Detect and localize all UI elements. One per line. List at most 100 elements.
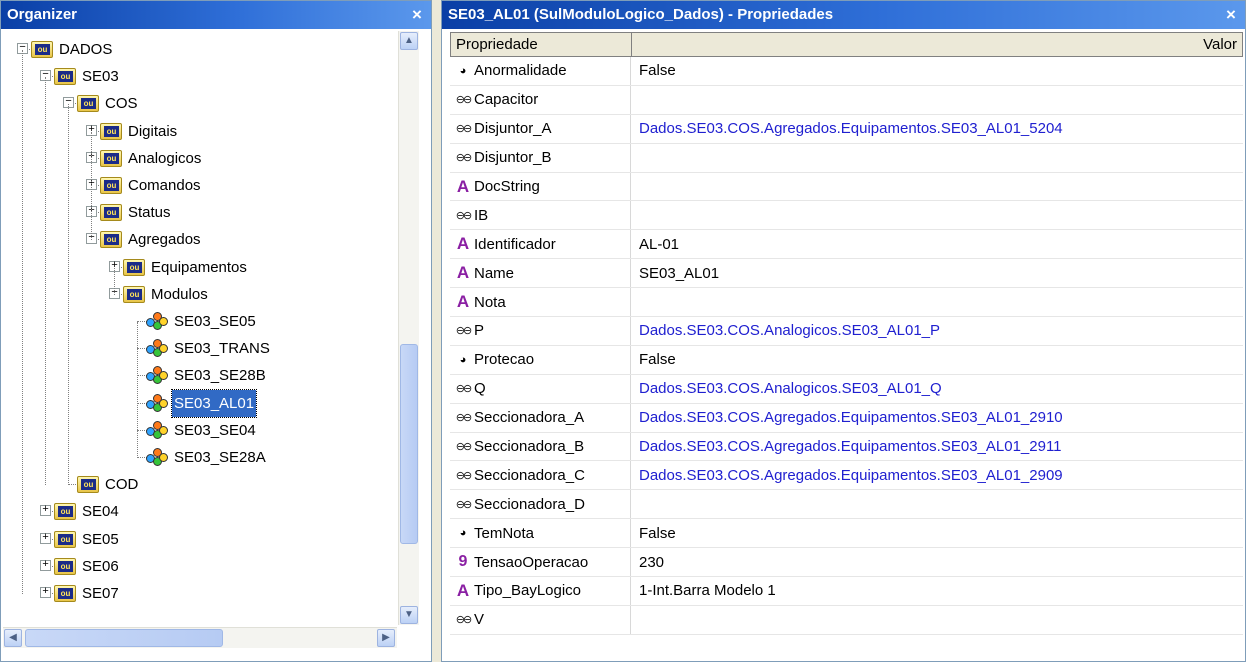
property-row[interactable]: A DocString [450, 172, 1243, 202]
tree-node[interactable]: SE03_SE04 [3, 417, 397, 444]
property-value[interactable]: False [631, 519, 1243, 547]
property-row[interactable]: ⊖⊖ Q Dados.SE03.COS.Analogicos.SE03_AL01_Q [450, 374, 1243, 404]
organizer-close-button[interactable]: × [409, 1, 425, 29]
tree-node[interactable]: − ou DADOS [3, 36, 397, 63]
properties-panel: SE03_AL01 (SulModuloLogico_Dados) - Prop… [441, 0, 1246, 662]
property-name-cell: ◕ Protecao [450, 345, 631, 374]
expand-icon[interactable]: + [40, 587, 51, 598]
property-value[interactable] [631, 201, 1243, 229]
property-name-cell: 9 TensaoOperacao [450, 548, 631, 577]
tree-node[interactable]: − ou Modulos [3, 281, 397, 308]
expand-icon[interactable]: + [40, 559, 51, 571]
property-row[interactable]: ⊖⊖ V [450, 605, 1243, 635]
folder-icon-label: ou [104, 180, 119, 191]
folder-icon-label: ou [58, 533, 73, 545]
property-row[interactable]: ⊖⊖ Capacitor [450, 85, 1243, 115]
folder-icon: ou [100, 122, 122, 140]
tree-horizontal-scrollbar[interactable]: ◀ ▶ [3, 627, 397, 648]
property-value[interactable] [631, 606, 1243, 634]
tree-node-label: Status [128, 204, 171, 222]
property-value[interactable] [631, 288, 1243, 316]
tree-node-label-selected: SE03_AL01 [170, 388, 258, 418]
tree-node[interactable]: + ou SE05 [3, 526, 397, 553]
property-name: Q [474, 380, 486, 398]
property-value[interactable]: False [631, 346, 1243, 374]
tree-node[interactable]: − ou Agregados [3, 226, 397, 253]
expand-icon[interactable]: + [40, 505, 51, 517]
tree-node-label: SE06 [82, 557, 119, 575]
logic-module-icon [146, 339, 168, 359]
folder-icon: ou [54, 585, 76, 602]
property-value[interactable]: AL-01 [631, 230, 1243, 258]
property-row[interactable]: ⊖⊖ Disjuntor_B [450, 143, 1243, 173]
property-value[interactable] [631, 490, 1243, 518]
property-row[interactable]: 9 TensaoOperacao 230 [450, 548, 1243, 578]
property-value[interactable]: Dados.SE03.COS.Agregados.Equipamentos.SE… [631, 433, 1243, 461]
property-name-cell: ⊖⊖ Q [450, 374, 631, 403]
property-row[interactable]: ⊖⊖ Seccionadora_B Dados.SE03.COS.Agregados… [450, 432, 1243, 462]
tree-node[interactable]: + ou SE06 [3, 553, 397, 580]
property-name-cell: ⊖⊖ Seccionadora_A [450, 403, 631, 432]
vertical-scroll-thumb[interactable] [400, 344, 418, 544]
tree-node[interactable]: + ou Status [3, 199, 397, 226]
property-row[interactable]: ⊖⊖ IB [450, 201, 1243, 231]
property-row[interactable]: A Tipo_BayLogico 1-Int.Barra Modelo 1 [450, 577, 1243, 606]
tree-node[interactable]: ou COD [3, 471, 397, 498]
tree-node[interactable]: + ou Digitais [3, 118, 397, 145]
property-row[interactable]: ◕ TemNota False [450, 519, 1243, 549]
property-row[interactable]: ⊖⊖ Seccionadora_D [450, 490, 1243, 520]
scroll-right-button[interactable]: ▶ [377, 629, 395, 647]
tree-node[interactable]: SE03_SE28B [3, 362, 397, 389]
property-row[interactable]: ⊖⊖ Disjuntor_A Dados.SE03.COS.Agregados.Eq… [450, 114, 1243, 144]
tree-node[interactable]: + ou Equipamentos [3, 254, 397, 281]
property-value[interactable] [631, 144, 1243, 172]
tree-node[interactable]: SE03_TRANS [3, 335, 397, 362]
property-row[interactable]: A Identificador AL-01 [450, 230, 1243, 260]
column-header-property[interactable]: Propriedade [451, 33, 632, 56]
scroll-down-button[interactable]: ▼ [400, 606, 418, 624]
property-row[interactable]: A Nota [450, 288, 1243, 318]
tree-vertical-scrollbar[interactable]: ▲ ▼ [398, 31, 419, 625]
tree-node[interactable]: + ou Analogicos [3, 145, 397, 172]
tree-node[interactable]: − ou SE03 [3, 63, 397, 90]
properties-close-button[interactable]: × [1223, 1, 1239, 29]
property-value[interactable]: SE03_AL01 [631, 259, 1243, 287]
property-value[interactable]: Dados.SE03.COS.Analogicos.SE03_AL01_Q [631, 375, 1243, 403]
folder-icon-label: ou [104, 234, 119, 246]
property-value[interactable]: Dados.SE03.COS.Agregados.Equipamentos.SE… [631, 461, 1243, 489]
tree-node[interactable]: − ou COS [3, 90, 397, 117]
property-value[interactable] [631, 173, 1243, 201]
tree-node-label: Analogicos [128, 149, 202, 167]
boolean-icon: ◕ [459, 353, 467, 366]
property-value[interactable]: Dados.SE03.COS.Agregados.Equipamentos.SE… [631, 115, 1243, 143]
property-value[interactable]: Dados.SE03.COS.Analogicos.SE03_AL01_P [631, 317, 1243, 345]
property-value[interactable]: 230 [631, 548, 1243, 576]
property-value[interactable] [631, 86, 1243, 114]
tree-node[interactable]: SE03_SE28A [3, 444, 397, 471]
property-name-cell: ⊖⊖ IB [450, 201, 631, 230]
property-row[interactable]: ⊖⊖ Seccionadora_A Dados.SE03.COS.Agregados… [450, 403, 1243, 433]
property-value[interactable]: Dados.SE03.COS.Agregados.Equipamentos.SE… [631, 404, 1243, 432]
scroll-up-button[interactable]: ▲ [400, 32, 418, 50]
tree-node[interactable]: + ou SE07 [3, 580, 397, 607]
horizontal-scroll-thumb[interactable] [25, 629, 223, 647]
scroll-left-button[interactable]: ◀ [4, 629, 22, 647]
tree-node-label: SE04 [82, 503, 119, 521]
property-row[interactable]: ⊖⊖ P Dados.SE03.COS.Analogicos.SE03_AL01_P [450, 317, 1243, 346]
expand-icon[interactable]: + [40, 532, 51, 544]
property-row[interactable]: A Name SE03_AL01 [450, 259, 1243, 289]
tree-node-label: Agregados [128, 231, 201, 249]
property-name: V [474, 611, 485, 629]
property-row[interactable]: ◕ Protecao False [450, 345, 1243, 375]
property-value[interactable]: False [631, 57, 1243, 85]
tree-node[interactable]: SE03_SE05 [3, 308, 397, 335]
tree-node-label: SE03_SE28A [174, 449, 266, 466]
property-row[interactable]: ⊖⊖ Seccionadora_C Dados.SE03.COS.Agregados… [450, 461, 1243, 491]
property-row[interactable]: ◕ Anormalidade False [450, 57, 1243, 86]
property-value[interactable]: 1-Int.Barra Modelo 1 [631, 577, 1243, 605]
column-header-value[interactable]: Valor [632, 33, 1242, 56]
tree-node[interactable]: + ou Comandos [3, 172, 397, 199]
tree-node-label: SE05 [82, 530, 119, 548]
tree-node[interactable]: + ou SE04 [3, 498, 397, 525]
tree-node[interactable]: SE03_AL01 [3, 388, 397, 418]
